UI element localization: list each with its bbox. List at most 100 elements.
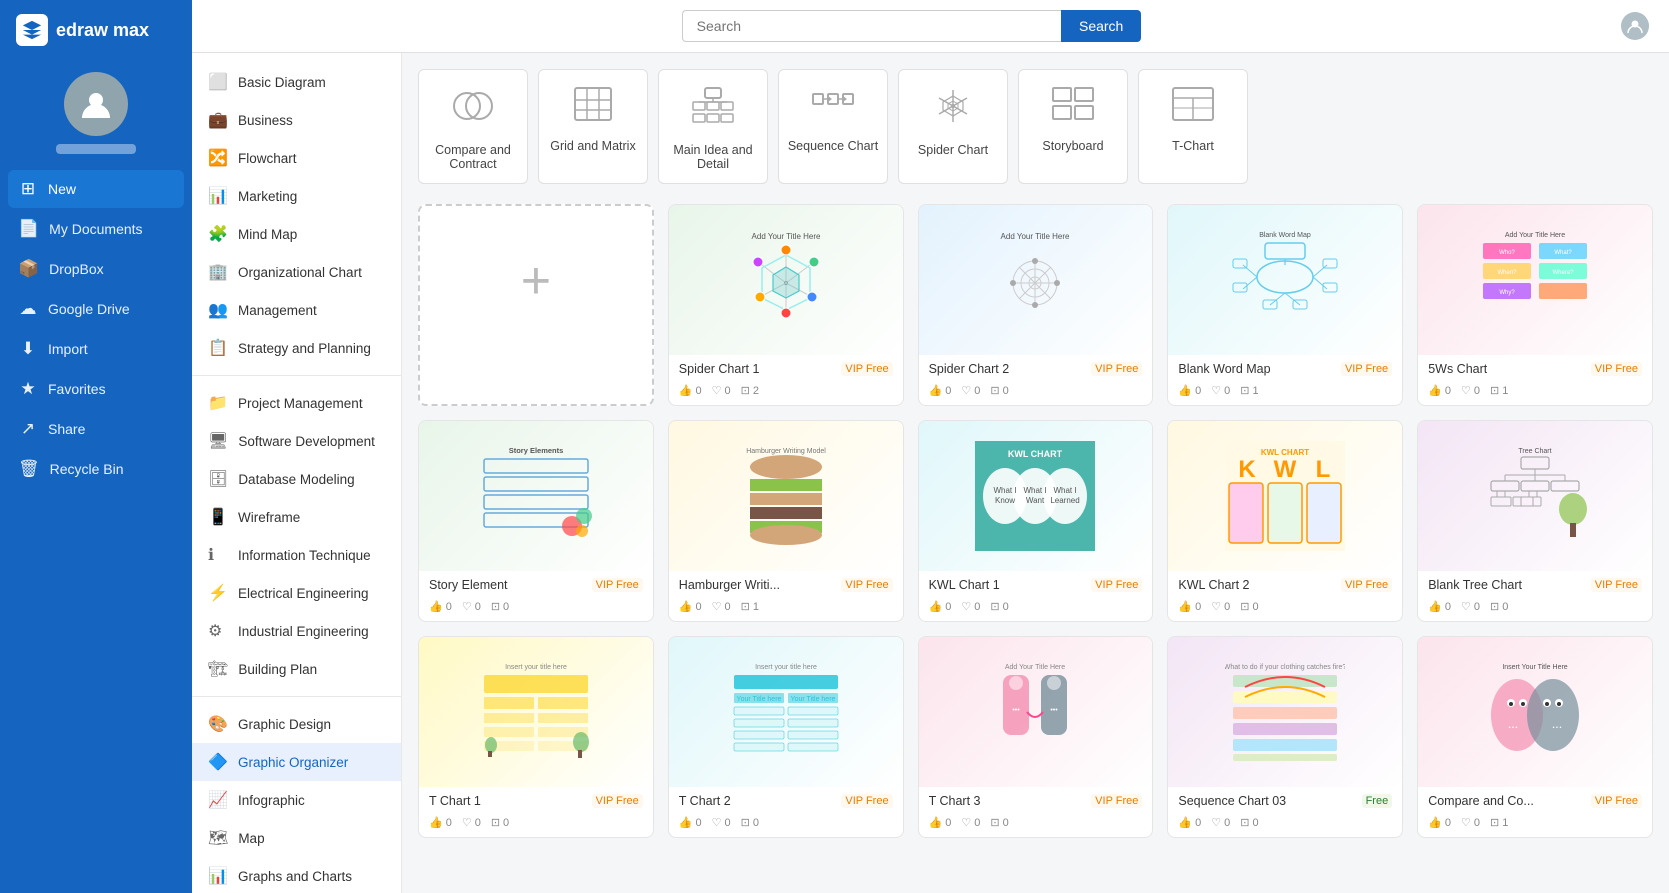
type-cards-row: Compare and Contract Grid and Matrix [418,69,1653,184]
word-map-thumb: Blank Word Map [1168,205,1402,355]
svg-text:Want: Want [1026,496,1045,505]
cat-map[interactable]: 🗺 Map [192,819,401,857]
sidebar-item-google-drive[interactable]: ☁ Google Drive [8,290,184,328]
sidebar-item-new[interactable]: ⊞ New [8,170,184,208]
tpl-t-chart-3[interactable]: Add Your Title Here ••• ••• T Chart 3 [918,636,1154,838]
kwl1-thumb: KWL CHART What I Know What I Want What I… [919,421,1153,571]
t-chart-3-thumb: Add Your Title Here ••• ••• [919,637,1153,787]
copies-stat: ⊡ 2 [741,384,759,397]
cat-info-tech[interactable]: ℹ Information Technique [192,536,401,574]
cat-graphic-organizer[interactable]: 🔷 Graphic Organizer [192,743,401,781]
tpl-kwl-chart-1[interactable]: KWL CHART What I Know What I Want What I… [918,420,1154,622]
tpl-sequence-chart-03[interactable]: What to do if your clothing catches fire… [1167,636,1403,838]
cat-database[interactable]: 🗄 Database Modeling [192,460,401,498]
graphic-design-icon: 🎨 [208,714,228,734]
basic-diagram-icon: ⬜ [208,72,228,92]
cat-software-dev[interactable]: 🖥 Software Development [192,422,401,460]
cat-divider-2 [192,696,401,697]
tpl-compare-co[interactable]: Insert Your Title Here [1417,636,1653,838]
svg-text:W: W [1274,456,1297,483]
cat-management[interactable]: 👥 Management [192,291,401,329]
svg-text:Hamburger Writing Model: Hamburger Writing Model [746,448,826,455]
svg-text:What I: What I [994,486,1017,495]
type-card-spider[interactable]: Spider Chart [898,69,1008,184]
svg-text:Why?: Why? [1499,290,1515,296]
cat-industrial-eng[interactable]: ⚙ Industrial Engineering [192,612,401,650]
tpl-story-element[interactable]: Story Elements Story Element VIP Fre [418,420,654,622]
seq03-thumb: What to do if your clothing catches fire… [1168,637,1402,787]
likes-stat: 👍 0 [679,384,702,397]
svg-text:•••: ••• [1051,707,1059,714]
sidebar-item-my-documents[interactable]: 📄 My Documents [8,210,184,248]
sidebar-item-recycle-bin[interactable]: 🗑 Recycle Bin [8,450,184,488]
compare-co-thumb: Insert Your Title Here [1418,637,1652,787]
grid-icon [573,86,613,129]
cat-infographic[interactable]: 📈 Infographic [192,781,401,819]
tpl-kwl-chart-2[interactable]: KWL CHART K W L KWL Chart 2 VIP Free [1167,420,1403,622]
cat-building-plan[interactable]: 🏗 Building Plan [192,650,401,688]
cat-basic-diagram[interactable]: ⬜ Basic Diagram [192,63,401,101]
cat-flowchart[interactable]: 🔀 Flowchart [192,139,401,177]
tpl-spider-chart-1[interactable]: Add Your Title Here [668,204,904,406]
t-chart-1-thumb: Insert your title here [419,637,653,787]
mind-map-icon: 🧩 [208,224,228,244]
hearts-stat: ♡ 0 [712,384,731,397]
tpl-5ws-chart[interactable]: Add Your Title Here Who? What? When? Whe… [1417,204,1653,406]
tpl-hamburger[interactable]: Hamburger Writing Model Hamburger Writi.… [668,420,904,622]
cat-business[interactable]: 💼 Business [192,101,401,139]
hamburger-thumb: Hamburger Writing Model [669,421,903,571]
cat-graphic-design[interactable]: 🎨 Graphic Design [192,705,401,743]
search-input[interactable] [682,10,1061,42]
svg-text:K: K [1239,456,1257,483]
org-chart-icon: 🏢 [208,262,228,282]
cat-marketing[interactable]: 📊 Marketing [192,177,401,215]
topbar-user-icon[interactable] [1621,12,1649,40]
cat-org-chart[interactable]: 🏢 Organizational Chart [192,253,401,291]
management-icon: 👥 [208,300,228,320]
cat-electrical-eng[interactable]: ⚡ Electrical Engineering [192,574,401,612]
cat-wireframe[interactable]: 📱 Wireframe [192,498,401,536]
cat-divider-1 [192,375,401,376]
wireframe-icon: 📱 [208,507,228,527]
main-content: Search ⬜ Basic Diagram 💼 Business 🔀 Flow… [192,0,1669,893]
recycle-bin-icon: 🗑 [18,459,40,479]
svg-text:Add Your Title Here: Add Your Title Here [1005,664,1065,671]
sidebar-item-share[interactable]: ↗ Share [8,410,184,448]
sidebar-navigation: ⊞ New 📄 My Documents 📦 DropBox ☁ Google … [0,170,192,488]
sidebar-item-dropbox[interactable]: 📦 DropBox [8,250,184,288]
documents-icon: 📄 [18,219,39,239]
marketing-icon: 📊 [208,186,228,206]
svg-text:What to do if your clothing ca: What to do if your clothing catches fire… [1225,664,1345,671]
svg-text:• • •: • • • [1509,725,1518,731]
storyboard-icon [1051,86,1095,129]
spider-chart-2-thumb: Add Your Title Here [919,205,1153,355]
software-dev-icon: 🖥 [208,431,228,451]
svg-text:• • •: • • • [1553,725,1562,731]
type-card-sequence[interactable]: Sequence Chart [778,69,888,184]
tpl-blank-tree-chart[interactable]: Tree Chart [1417,420,1653,622]
type-card-grid[interactable]: Grid and Matrix [538,69,648,184]
spider-chart-1-footer: Spider Chart 1 VIP Free [669,355,903,384]
type-card-compare[interactable]: Compare and Contract [418,69,528,184]
search-button[interactable]: Search [1061,10,1141,42]
tpl-spider-chart-2[interactable]: Add Your Title Here [918,204,1154,406]
kwl2-thumb: KWL CHART K W L [1168,421,1402,571]
tpl-blank-word-map[interactable]: Blank Word Map [1167,204,1403,406]
cat-project-mgmt[interactable]: 📁 Project Management [192,384,401,422]
new-template-card[interactable]: + [418,204,654,406]
building-plan-icon: 🏗 [208,659,228,679]
dropbox-icon: 📦 [18,259,39,279]
cat-strategy[interactable]: 📋 Strategy and Planning [192,329,401,367]
search-bar: Search [682,10,1142,42]
tpl-t-chart-2[interactable]: Insert your title here Your Title here Y… [668,636,904,838]
topbar: Search [192,0,1669,53]
sidebar-item-import[interactable]: ⬇ Import [8,330,184,368]
cat-mind-map[interactable]: 🧩 Mind Map [192,215,401,253]
cat-graphs-charts[interactable]: 📊 Graphs and Charts [192,857,401,893]
graphs-icon: 📊 [208,866,228,886]
tpl-t-chart-1[interactable]: Insert your title here [418,636,654,838]
type-card-storyboard[interactable]: Storyboard [1018,69,1128,184]
type-card-tchart[interactable]: T-Chart [1138,69,1248,184]
type-card-main-idea[interactable]: Main Idea and Detail [658,69,768,184]
sidebar-item-favorites[interactable]: ★ Favorites [8,370,184,408]
